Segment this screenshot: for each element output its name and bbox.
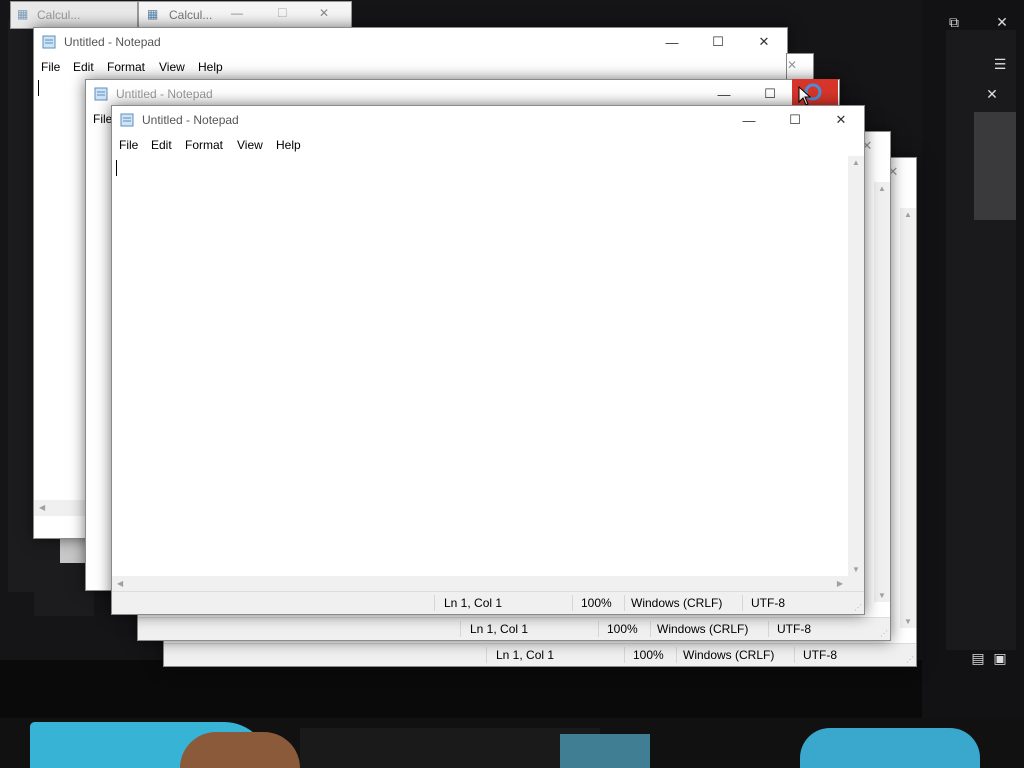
vertical-scrollbar[interactable]: ▲ ▼ xyxy=(874,182,890,602)
status-position: Ln 1, Col 1 xyxy=(496,648,555,662)
menu-help[interactable]: Help xyxy=(276,138,301,152)
status-separator xyxy=(676,647,677,663)
scroll-up-icon[interactable]: ▲ xyxy=(904,210,912,219)
scroll-left-icon[interactable]: ◀ xyxy=(117,579,123,588)
status-zoom: 100% xyxy=(607,622,638,636)
text-caret xyxy=(116,160,117,176)
restore-icon[interactable]: ⧉ xyxy=(942,10,966,34)
status-bar: Ln 1, Col 1 100% Windows (CRLF) UTF-8 ⋰ xyxy=(138,617,890,640)
status-separator xyxy=(572,595,573,611)
status-position: Ln 1, Col 1 xyxy=(470,622,529,636)
status-bar: Ln 1, Col 1 100% Windows (CRLF) UTF-8 ⋰ xyxy=(112,591,864,614)
scroll-right-icon[interactable]: ▶ xyxy=(837,579,843,588)
title-bar[interactable]: Untitled - Notepad — ☐ ✕ xyxy=(112,106,864,134)
window-title: Untitled - Notepad xyxy=(64,35,161,49)
minimize-icon[interactable]: — xyxy=(726,106,772,134)
menu-format[interactable]: Format xyxy=(107,60,145,74)
close-icon[interactable]: ✕ xyxy=(787,58,797,72)
menu-view[interactable]: View xyxy=(159,60,185,74)
resize-grip-icon[interactable]: ⋰ xyxy=(880,629,888,638)
close-icon[interactable]: ✕ xyxy=(990,10,1014,34)
maximize-icon[interactable]: ☐ xyxy=(277,6,288,20)
status-encoding: UTF-8 xyxy=(803,648,837,662)
text-editor[interactable] xyxy=(112,156,848,576)
calculator-icon: ▦ xyxy=(147,7,159,21)
right-panel-scroll xyxy=(974,112,1016,220)
menu-edit[interactable]: Edit xyxy=(73,60,94,74)
maximize-icon[interactable]: ☐ xyxy=(772,106,818,134)
text-caret xyxy=(38,80,39,96)
scrollbar-corner xyxy=(848,576,864,592)
status-line-ending: Windows (CRLF) xyxy=(683,648,775,662)
vertical-scrollbar[interactable]: ▲ ▼ xyxy=(848,156,864,576)
menu-file[interactable]: File xyxy=(93,112,112,126)
resize-grip-icon[interactable]: ⋰ xyxy=(906,655,914,664)
resize-grip-icon[interactable]: ⋰ xyxy=(854,603,862,612)
background-image-strip xyxy=(0,718,1024,768)
status-separator xyxy=(486,647,487,663)
minimize-icon[interactable]: — xyxy=(701,80,747,108)
menu-edit[interactable]: Edit xyxy=(151,138,172,152)
menu-bar: File Edit Format View Help xyxy=(34,56,787,78)
notepad-icon xyxy=(42,34,56,49)
scroll-up-icon[interactable]: ▲ xyxy=(878,184,886,193)
scroll-left-icon[interactable]: ◀ xyxy=(39,503,45,512)
status-separator xyxy=(650,621,651,637)
menu-file[interactable]: File xyxy=(41,60,60,74)
status-position: Ln 1, Col 1 xyxy=(444,596,503,610)
status-separator xyxy=(742,595,743,611)
maximize-icon[interactable]: ☐ xyxy=(695,28,741,56)
status-separator xyxy=(624,595,625,611)
scroll-down-icon[interactable]: ▼ xyxy=(852,565,860,574)
window-title: Untitled - Notepad xyxy=(142,113,239,127)
layout-icon[interactable]: ▣ xyxy=(988,646,1012,670)
close-icon[interactable]: ✕ xyxy=(741,28,787,56)
menu-file[interactable]: File xyxy=(119,138,138,152)
status-line-ending: Windows (CRLF) xyxy=(657,622,749,636)
notepad-window-active[interactable]: Untitled - Notepad — ☐ ✕ File Edit Forma… xyxy=(111,105,865,615)
menu-view[interactable]: View xyxy=(237,138,263,152)
scroll-up-icon[interactable]: ▲ xyxy=(852,158,860,167)
window-title: Untitled - Notepad xyxy=(116,87,213,101)
minimize-icon[interactable]: — xyxy=(649,28,695,56)
menu-help[interactable]: Help xyxy=(198,60,223,74)
calculator-window[interactable]: ▦ Calcul... — ☐ ✕ xyxy=(138,1,352,29)
menu-format[interactable]: Format xyxy=(185,138,223,152)
close-icon[interactable]: ✕ xyxy=(980,82,1004,106)
notepad-icon xyxy=(120,112,134,127)
horizontal-scrollbar[interactable]: ◀ ▶ xyxy=(112,576,848,592)
maximize-icon[interactable]: ☐ xyxy=(747,80,793,108)
vertical-scrollbar[interactable]: ▲ ▼ xyxy=(900,208,916,628)
close-icon[interactable]: ✕ xyxy=(818,106,864,134)
scroll-down-icon[interactable]: ▼ xyxy=(878,591,886,600)
status-separator xyxy=(768,621,769,637)
calculator-icon: ▦ xyxy=(17,7,29,21)
mouse-pointer-icon xyxy=(798,86,812,106)
title-bar[interactable]: Untitled - Notepad — ☐ ✕ xyxy=(34,28,787,56)
status-separator xyxy=(434,595,435,611)
status-separator xyxy=(460,621,461,637)
status-separator xyxy=(794,647,795,663)
minimize-icon[interactable]: — xyxy=(231,6,243,20)
status-encoding: UTF-8 xyxy=(777,622,811,636)
window-sliver xyxy=(60,537,88,563)
list-view-icon[interactable]: ▤ xyxy=(966,646,990,670)
scroll-down-icon[interactable]: ▼ xyxy=(904,617,912,626)
calculator-window-back[interactable]: ▦ Calcul... xyxy=(10,1,138,29)
status-separator xyxy=(598,621,599,637)
status-zoom: 100% xyxy=(581,596,612,610)
status-zoom: 100% xyxy=(633,648,664,662)
status-bar: Ln 1, Col 1 100% Windows (CRLF) UTF-8 ⋰ xyxy=(164,643,916,666)
hamburger-menu-icon[interactable]: ☰ xyxy=(988,52,1012,76)
status-encoding: UTF-8 xyxy=(751,596,785,610)
close-icon[interactable]: ✕ xyxy=(319,6,329,20)
status-separator xyxy=(624,647,625,663)
title-bar[interactable]: Untitled - Notepad — ☐ xyxy=(86,80,839,108)
notepad-window-edge: ✕ xyxy=(786,53,814,81)
menu-bar: File Edit Format View Help xyxy=(112,134,864,156)
status-line-ending: Windows (CRLF) xyxy=(631,596,723,610)
notepad-icon xyxy=(94,86,108,101)
